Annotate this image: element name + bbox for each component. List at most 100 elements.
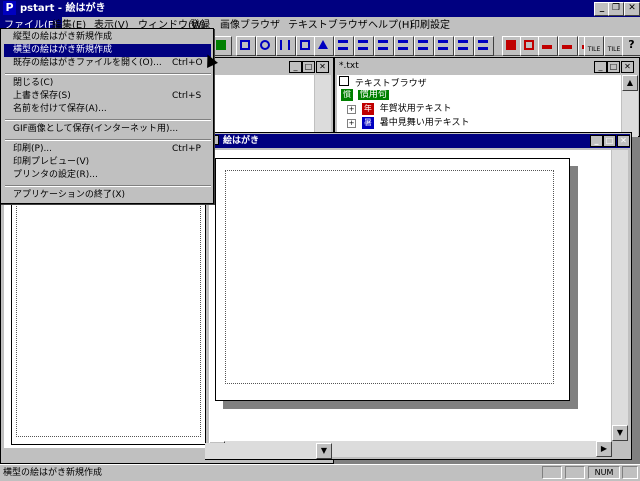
folder-book-icon: 慣 xyxy=(341,89,353,101)
menu-item-label: GIF画像として保存(インターネット用)... xyxy=(13,124,179,134)
menu-item-save[interactable]: 上書き保存(S) Ctrl+S xyxy=(4,90,211,103)
tree-folder-label: 慣用句 xyxy=(357,90,389,100)
text-browser-title: *.txt xyxy=(339,61,359,71)
tile2-icon[interactable] xyxy=(558,36,578,56)
menu-item-open[interactable]: 既存の絵はがきファイルを開く(O)... Ctrl+O xyxy=(4,57,211,70)
file-menu-dropdown: 縦型の絵はがき新規作成 横型の絵はがき新規作成 既存の絵はがきファイルを開く(O… xyxy=(0,28,214,204)
menu-item-save-as[interactable]: 名前を付けて保存(A)... xyxy=(4,103,211,116)
fit-icon[interactable] xyxy=(296,36,316,56)
layout8-icon[interactable] xyxy=(474,36,494,56)
menu-item-shortcut: Ctrl+S xyxy=(172,91,202,101)
tree-folder[interactable]: 慣 慣用句 xyxy=(341,89,389,102)
status-pane-2 xyxy=(565,466,585,479)
help-label: ? xyxy=(628,38,635,51)
tb-scroll-up[interactable]: ▲ xyxy=(622,75,638,91)
triangle-icon[interactable] xyxy=(314,36,334,56)
menu-item-label: 上書き保存(S) xyxy=(13,91,71,101)
layout6-icon[interactable] xyxy=(434,36,454,56)
text-browser-tree: テキストブラウザ 慣 慣用句 + 年 年賀状用テキスト + 暑 暑中見舞い用テキ… xyxy=(337,75,621,137)
expand-plus-icon[interactable]: + xyxy=(347,119,356,128)
nengajo-icon: 年 xyxy=(361,103,374,115)
menu-item-print[interactable]: 印刷(P)... Ctrl+P xyxy=(4,143,211,156)
left-maximize-button[interactable]: □ xyxy=(302,61,315,73)
picture-icon[interactable] xyxy=(212,36,232,56)
frame-icon[interactable] xyxy=(236,36,256,56)
house-icon[interactable] xyxy=(502,36,522,56)
tb-scrollbar[interactable]: ▲ xyxy=(622,75,638,137)
postcard-canvas xyxy=(209,150,611,441)
tree-root-label: テキストブラウザ xyxy=(354,79,427,89)
menu-item-new-horizontal[interactable]: 横型の絵はがき新規作成 xyxy=(4,44,211,57)
pc-close-button[interactable]: ✕ xyxy=(617,135,630,147)
menu-item-label: 名前を付けて保存(A)... xyxy=(13,104,107,114)
menu-text-browser[interactable]: テキストブラウザ xyxy=(284,17,372,35)
tree-root[interactable]: テキストブラウザ xyxy=(339,76,427,89)
tree-item[interactable]: + 年 年賀状用テキスト xyxy=(347,103,451,116)
app-title: pstart - 絵はがき xyxy=(20,3,106,14)
help-icon[interactable]: ? xyxy=(622,36,640,56)
menu-item-label: プリンタの設定(R)... xyxy=(13,170,98,180)
menu-print-settings[interactable]: 印刷設定 xyxy=(406,17,454,35)
tile1-icon[interactable] xyxy=(538,36,558,56)
menu-item-label: 横型の絵はがき新規作成 xyxy=(13,45,113,55)
menu-item-label: 既存の絵はがきファイルを開く(O)... xyxy=(13,58,162,68)
arrow-icon[interactable] xyxy=(256,36,276,56)
tree-item[interactable]: + 暑 暑中見舞い用テキスト xyxy=(347,117,469,130)
expand-icon[interactable] xyxy=(276,36,296,56)
root-folder-icon xyxy=(339,76,349,86)
menu-separator xyxy=(5,185,211,187)
h-tile-icon[interactable]: TILE xyxy=(604,36,624,56)
layout3-icon[interactable] xyxy=(374,36,394,56)
v-tile-icon[interactable]: TILE xyxy=(584,36,604,56)
tb-maximize-button[interactable]: □ xyxy=(607,61,620,73)
layout2-icon[interactable] xyxy=(354,36,374,56)
tree-item-label: 暑中見舞い用テキスト xyxy=(379,118,470,128)
menu-separator xyxy=(5,73,211,75)
tree-item-label: 年賀状用テキスト xyxy=(379,104,452,114)
pc-scrollbar-v[interactable]: ▼ xyxy=(612,150,628,441)
v-tile-label: TILE xyxy=(587,46,601,53)
menu-item-close[interactable]: 閉じる(C) xyxy=(4,77,211,90)
menu-item-exit[interactable]: アプリケーションの終了(X) xyxy=(4,189,211,202)
status-message: 横型の絵はがき新規作成 xyxy=(3,468,103,478)
menu-item-save-gif[interactable]: GIF画像として保存(インターネット用)... xyxy=(4,123,211,136)
pc-scroll-right[interactable]: ▶ xyxy=(596,441,612,457)
left-close-button[interactable]: ✕ xyxy=(316,61,329,73)
pc-scroll-down[interactable]: ▼ xyxy=(612,425,628,441)
menu-item-print-preview[interactable]: 印刷プレビュー(V) xyxy=(4,156,211,169)
status-pane-1 xyxy=(542,466,562,479)
layout7-icon[interactable] xyxy=(454,36,474,56)
postcard-window: 絵はがき _ □ ✕ ▼ ◀ ▶ xyxy=(205,132,632,460)
pc-minimize-button[interactable]: _ xyxy=(590,135,603,147)
status-pane-4 xyxy=(622,466,638,479)
card-sheet xyxy=(215,158,570,401)
left-hscroll[interactable]: ▼ xyxy=(205,443,332,459)
statusbar: 横型の絵はがき新規作成 NUM xyxy=(0,464,640,480)
left-scroll-right[interactable]: ▼ xyxy=(316,443,332,459)
menu-item-shortcut: Ctrl+O xyxy=(172,58,203,68)
layout5-icon[interactable] xyxy=(414,36,434,56)
card-print-area xyxy=(225,170,554,384)
pc-maximize-button[interactable]: □ xyxy=(603,135,616,147)
expand-plus-icon[interactable]: + xyxy=(347,105,356,114)
menu-item-label: 印刷プレビュー(V) xyxy=(13,157,90,167)
layout1-icon[interactable] xyxy=(334,36,354,56)
app-titlebar: P pstart - 絵はがき _ ❐ ✕ xyxy=(0,0,640,17)
menu-image-browser[interactable]: 画像ブラウザ xyxy=(216,17,284,35)
close-button[interactable]: ✕ xyxy=(624,2,640,16)
menu-item-label: 閉じる(C) xyxy=(13,78,54,88)
text-browser-window: *.txt _ □ ✕ テキストブラウザ 慣 慣用句 + 年 年賀状用テキスト … xyxy=(334,57,640,137)
app-icon[interactable]: P xyxy=(3,1,16,15)
left-minimize-button[interactable]: _ xyxy=(289,61,302,73)
menu-item-shortcut: Ctrl+P xyxy=(172,144,201,154)
menu-item-new-vertical[interactable]: 縦型の絵はがき新規作成 xyxy=(4,31,211,44)
menu-item-label: 印刷(P)... xyxy=(13,144,53,154)
tb-close-button[interactable]: ✕ xyxy=(621,61,634,73)
shochu-icon: 暑 xyxy=(361,117,374,129)
tb-minimize-button[interactable]: _ xyxy=(594,61,607,73)
card-icon[interactable] xyxy=(520,36,540,56)
menu-separator xyxy=(5,119,211,121)
restore-button[interactable]: ❐ xyxy=(608,2,624,16)
menu-item-printer-setup[interactable]: プリンタの設定(R)... xyxy=(4,169,211,182)
layout4-icon[interactable] xyxy=(394,36,414,56)
